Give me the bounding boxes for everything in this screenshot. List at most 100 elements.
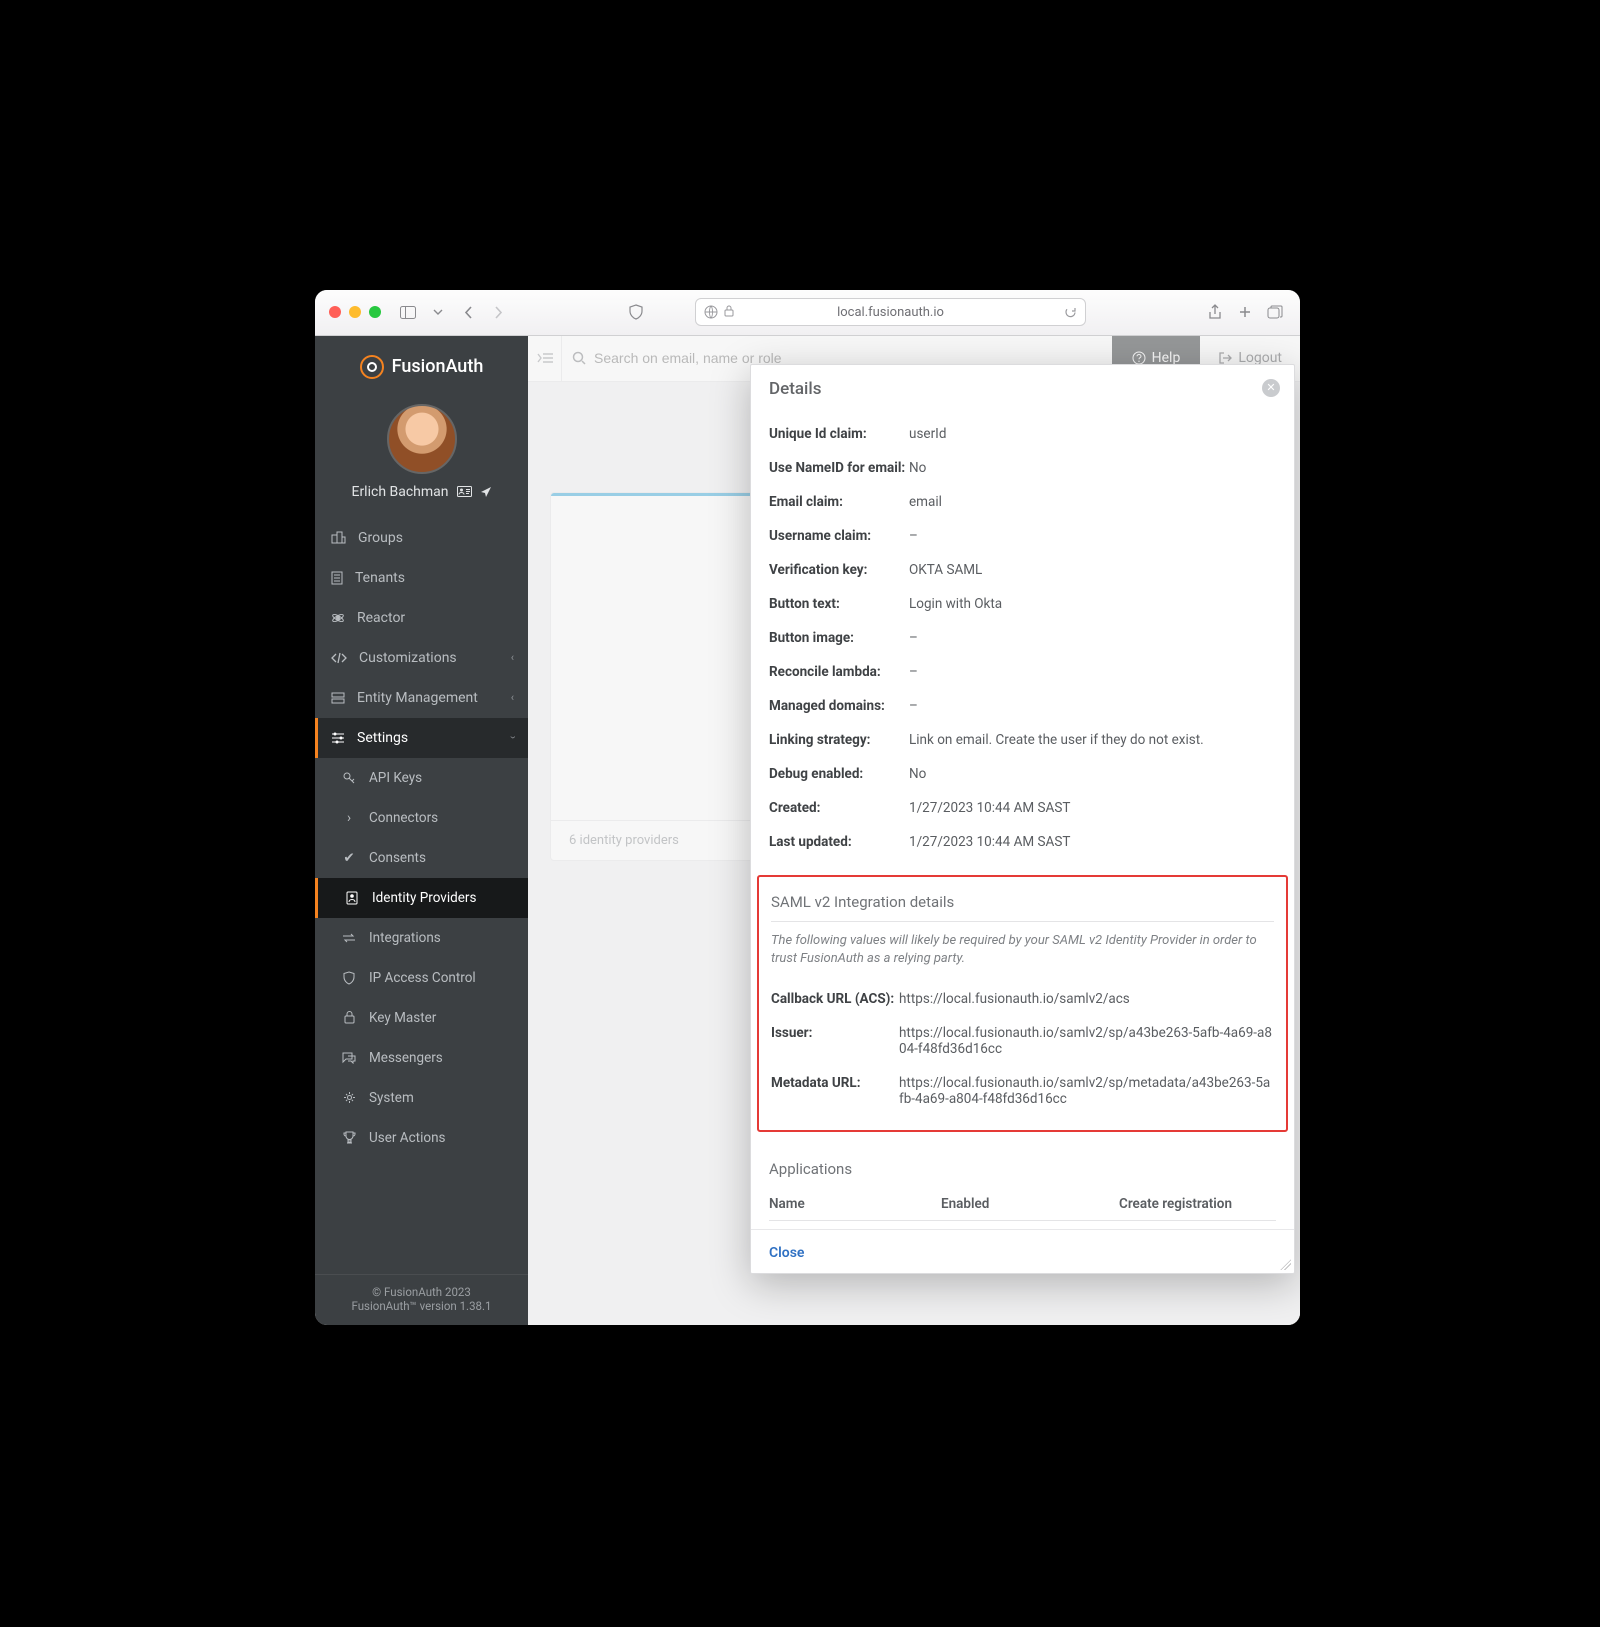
logout-icon — [1218, 351, 1232, 365]
chevron-right-icon: › — [341, 810, 357, 826]
sidebar-label: Customizations — [359, 650, 457, 666]
detail-value: email — [909, 494, 1276, 510]
sidebar-item-consents[interactable]: ✔ Consents — [315, 838, 528, 878]
detail-value: – — [909, 630, 1276, 646]
detail-key: Unique Id claim: — [769, 426, 909, 442]
url-field[interactable]: local.fusionauth.io — [695, 298, 1086, 326]
sidebar-item-tenants[interactable]: Tenants — [315, 558, 528, 598]
sidebar-item-settings[interactable]: Settings ‹ — [315, 718, 528, 758]
sidebar-label: Connectors — [369, 810, 438, 826]
fusionauth-logo-icon — [360, 355, 384, 379]
check-icon: ✔ — [341, 850, 357, 866]
comments-icon — [341, 1052, 357, 1064]
sidebar-item-groups[interactable]: Groups — [315, 518, 528, 558]
apps-col-name: Name — [769, 1196, 941, 1212]
sidebar-item-reactor[interactable]: Reactor — [315, 598, 528, 638]
nav-list: Groups Tenants Reactor Customizations ‹ — [315, 518, 528, 1274]
sidebar-label: API Keys — [369, 770, 422, 786]
modal-close-button[interactable]: ✕ — [1262, 379, 1280, 397]
detail-key: Debug enabled: — [769, 766, 909, 782]
sidebar-item-key-master[interactable]: Key Master — [315, 998, 528, 1038]
collapse-sidebar-button[interactable] — [528, 336, 562, 382]
share-icon[interactable] — [1204, 302, 1226, 322]
sidebar-item-entity-management[interactable]: Entity Management ‹ — [315, 678, 528, 718]
detail-key: Verification key: — [769, 562, 909, 578]
sidebar-label: User Actions — [369, 1130, 446, 1146]
sidebar-item-user-actions[interactable]: User Actions — [315, 1118, 528, 1158]
detail-value: 1/27/2023 10:44 AM SAST — [909, 834, 1276, 850]
sliders-icon — [331, 732, 345, 744]
detail-row: Email claim:email — [769, 485, 1276, 519]
new-tab-icon[interactable] — [1234, 302, 1256, 322]
sidebar-label: Tenants — [355, 570, 405, 586]
detail-row: Unique Id claim:userId — [769, 417, 1276, 451]
resize-grip-icon[interactable] — [1279, 1258, 1291, 1270]
integration-note: The following values will likely be requ… — [771, 932, 1274, 968]
search-icon — [572, 351, 586, 365]
groups-icon — [331, 531, 346, 544]
chevron-down-icon[interactable] — [427, 302, 449, 322]
detail-row: Verification key:OKTA SAML — [769, 553, 1276, 587]
location-arrow-icon[interactable] — [480, 486, 492, 498]
integration-value: https://local.fusionauth.io/samlv2/sp/a4… — [899, 1025, 1274, 1057]
sidebar-item-integrations[interactable]: Integrations — [315, 918, 528, 958]
id-card-icon[interactable] — [457, 486, 472, 497]
chevron-left-icon: ‹ — [511, 651, 514, 664]
chevron-left-icon: ‹ — [511, 691, 514, 704]
applications-header: Name Enabled Create registration — [769, 1188, 1276, 1221]
sidebar-item-api-keys[interactable]: API Keys — [315, 758, 528, 798]
close-window-icon[interactable] — [329, 306, 341, 318]
sidebar-label: Groups — [358, 530, 403, 546]
detail-key: Reconcile lambda: — [769, 664, 909, 680]
sidebar-footer: © FusionAuth 2023 FusionAuth™ version 1.… — [315, 1274, 528, 1325]
sidebar-item-ip-access[interactable]: IP Access Control — [315, 958, 528, 998]
shield-small-icon — [341, 971, 357, 985]
detail-value: 1/27/2023 10:44 AM SAST — [909, 800, 1276, 816]
fullscreen-window-icon[interactable] — [369, 306, 381, 318]
sidebar-label: Settings — [357, 730, 408, 746]
integration-value: https://local.fusionauth.io/samlv2/sp/me… — [899, 1075, 1274, 1107]
shield-icon[interactable] — [625, 302, 647, 322]
help-icon — [1132, 351, 1146, 365]
integration-row: Metadata URL:https://local.fusionauth.io… — [771, 1066, 1274, 1116]
detail-key: Username claim: — [769, 528, 909, 544]
reactor-icon — [331, 611, 345, 625]
exchange-icon — [341, 933, 357, 943]
version: FusionAuth™ version 1.38.1 — [315, 1299, 528, 1313]
detail-value: No — [909, 766, 1276, 782]
sidebar-item-connectors[interactable]: › Connectors — [315, 798, 528, 838]
sidebar-item-customizations[interactable]: Customizations ‹ — [315, 638, 528, 678]
details-modal: Details ✕ Unique Id claim:userIdUse Name… — [750, 364, 1295, 1274]
sidebar-label: System — [369, 1090, 414, 1106]
apps-col-create: Create registration — [1119, 1196, 1276, 1212]
sidebar-label: IP Access Control — [369, 970, 476, 986]
sidebar-label: Key Master — [369, 1010, 436, 1026]
main-area: Help Logout saml Add SAML v2 — [528, 336, 1300, 1325]
lock-small-icon — [341, 1011, 357, 1024]
site-settings-icon — [704, 305, 718, 319]
sidebar-item-identity-providers[interactable]: Identity Providers — [315, 878, 528, 918]
browser-toolbar: local.fusionauth.io — [315, 290, 1300, 336]
nav-back-button[interactable] — [457, 302, 479, 322]
reload-icon[interactable] — [1064, 306, 1077, 319]
integration-key: Metadata URL: — [771, 1075, 899, 1091]
detail-row: Reconcile lambda:– — [769, 655, 1276, 689]
minimize-window-icon[interactable] — [349, 306, 361, 318]
detail-key: Use NameID for email: — [769, 460, 909, 476]
detail-key: Button text: — [769, 596, 909, 612]
detail-value: – — [909, 528, 1276, 544]
brand-logo[interactable]: FusionAuth — [315, 336, 528, 398]
chevron-down-icon: ‹ — [506, 736, 519, 739]
sidebar-label: Entity Management — [357, 690, 478, 706]
key-icon — [341, 771, 357, 785]
tabs-icon[interactable] — [1264, 302, 1286, 322]
detail-value: userId — [909, 426, 1276, 442]
sidebar-item-messengers[interactable]: Messengers — [315, 1038, 528, 1078]
sidebar-label: Identity Providers — [372, 890, 476, 906]
avatar[interactable] — [387, 404, 457, 474]
sidebar-item-system[interactable]: System — [315, 1078, 528, 1118]
sidebar-toggle-icon[interactable] — [397, 302, 419, 322]
sidebar-label: Consents — [369, 850, 426, 866]
modal-close-link[interactable]: Close — [769, 1245, 804, 1261]
sidebar-label: Integrations — [369, 930, 441, 946]
